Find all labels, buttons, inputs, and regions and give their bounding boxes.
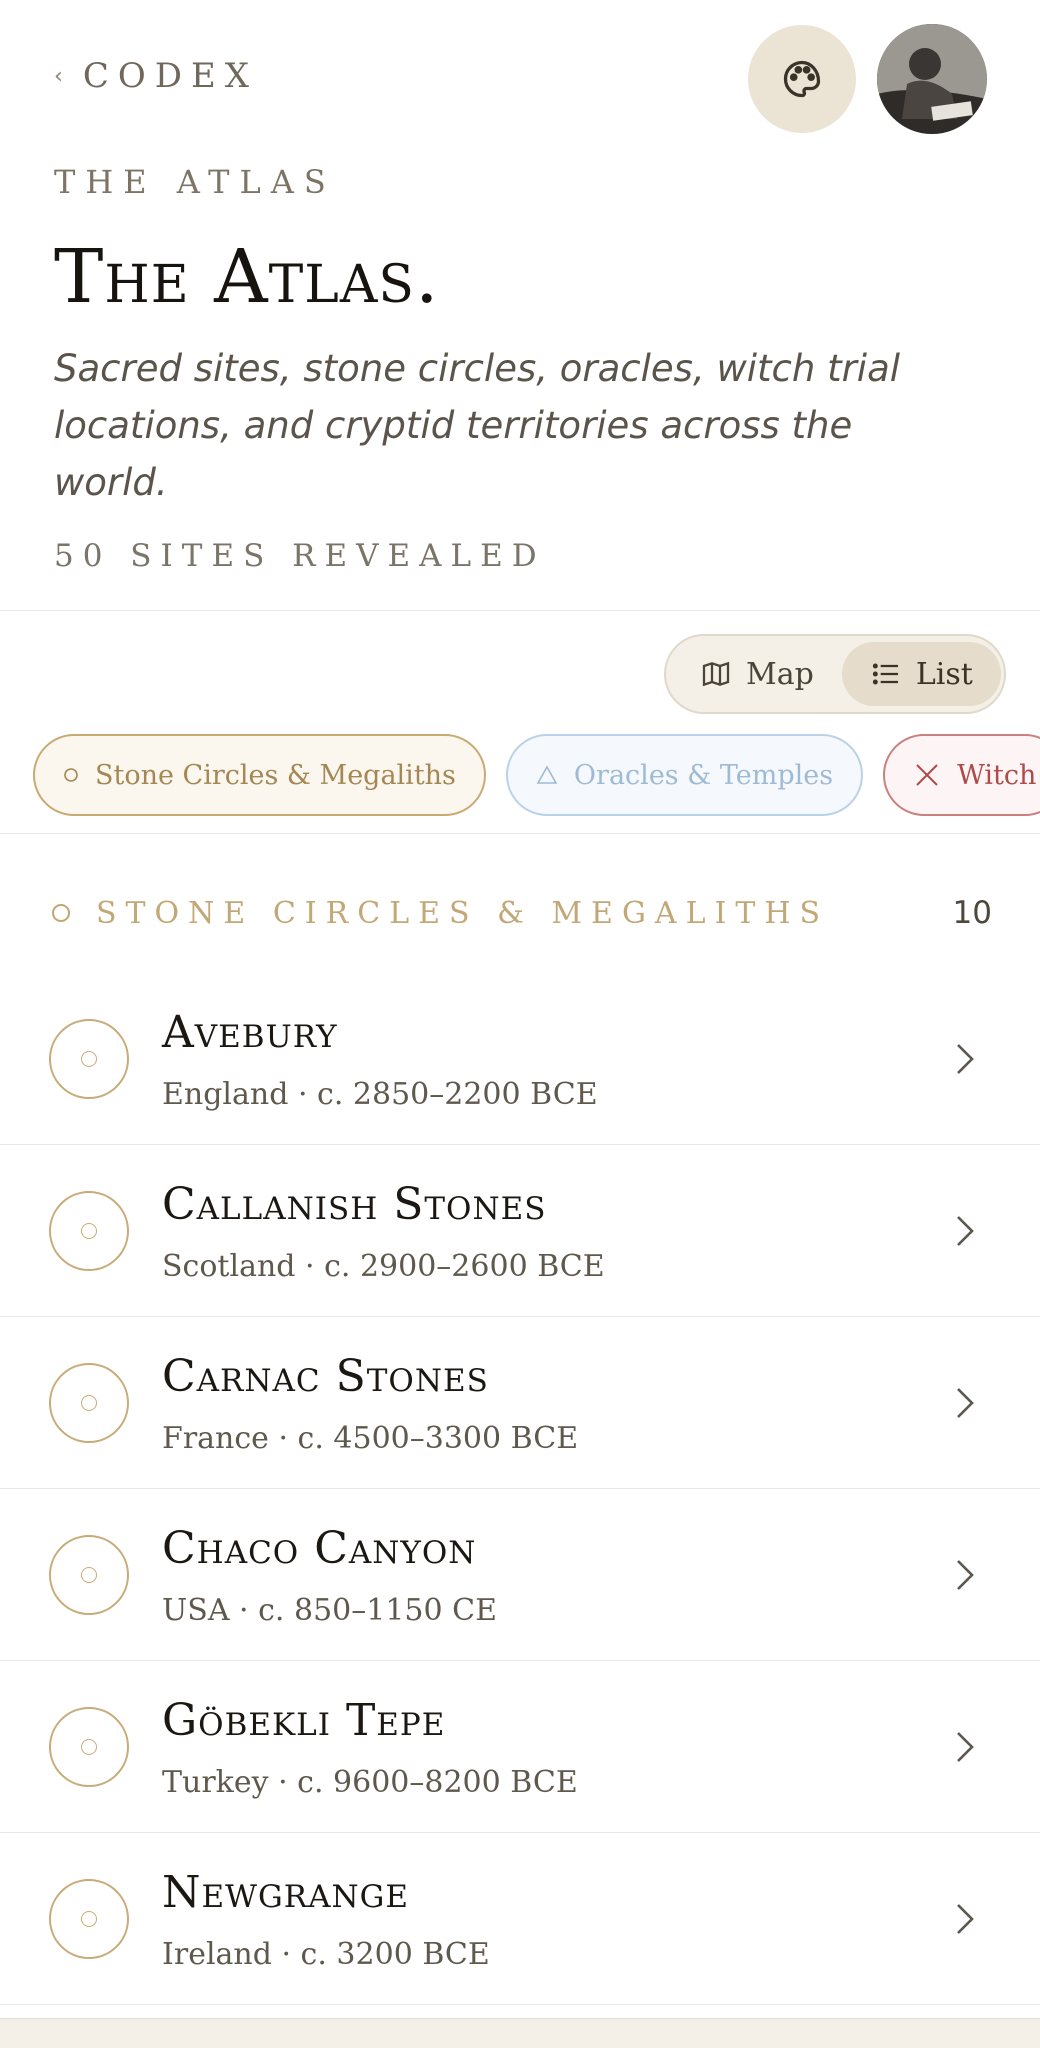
circle-icon [52,904,70,922]
filter-chip-label: Oracles & Temples [573,759,834,791]
back-label: CODEX [82,56,258,96]
list-item[interactable]: Avebury England · c. 2850–2200 BCE [0,973,1040,1145]
chevron-right-icon [957,1044,974,1074]
list-item[interactable]: Göbekli Tepe Turkey · c. 9600–8200 BCE [0,1661,1040,1833]
filter-chip-oracles[interactable]: Oracles & Temples [505,734,864,816]
stone-circle-icon [49,1879,129,1959]
view-toggle: Map List [664,634,1006,714]
filter-chip-stone-circles[interactable]: Stone Circles & Megaliths [33,734,486,816]
divider [0,610,1040,611]
list-view-button[interactable]: List [841,642,1001,706]
stone-circle-icon [49,1535,129,1615]
list-view-label: List [915,656,973,692]
chevron-right-icon [957,1216,974,1246]
map-icon [702,661,730,687]
avatar[interactable] [877,24,987,134]
site-meta: USA · c. 850–1150 CE [162,1593,497,1628]
site-meta: Scotland · c. 2900–2600 BCE [162,1249,605,1284]
site-name: Carnac Stones [162,1351,489,1402]
triangle-icon [536,765,558,784]
list-item[interactable]: Callanish Stones Scotland · c. 2900–2600… [0,1145,1040,1317]
filter-chip-label: Witch [957,759,1037,791]
section-header: STONE CIRCLES & MEGALITHS 10 [52,895,992,931]
stone-circle-icon [49,1707,129,1787]
site-meta: Ireland · c. 3200 BCE [162,1937,490,1972]
circle-icon [64,768,78,782]
category-filter-bar: Stone Circles & Megaliths Oracles & Temp… [33,734,1040,816]
stone-circle-icon [49,1191,129,1271]
site-meta: Turkey · c. 9600–8200 BCE [162,1765,578,1800]
bottom-navigation-bar [0,2018,1040,2048]
palette-icon [783,60,821,98]
site-name: Avebury [162,1007,338,1058]
chevron-right-icon [957,1388,974,1418]
theme-button[interactable] [748,25,856,133]
divider [0,833,1040,834]
list-item[interactable]: Carnac Stones France · c. 4500–3300 BCE [0,1317,1040,1489]
site-name: Callanish Stones [162,1179,547,1230]
chevron-right-icon [957,1732,974,1762]
sites-count: 50 SITES REVEALED [54,538,546,574]
page-subtitle: Sacred sites, stone circles, oracles, wi… [54,347,901,504]
list-icon [872,663,898,685]
map-view-label: Map [746,656,814,692]
site-name: Chaco Canyon [162,1523,477,1574]
section-title: STONE CIRCLES & MEGALITHS [96,895,830,931]
map-view-button[interactable]: Map [672,642,842,706]
site-meta: France · c. 4500–3300 BCE [162,1421,579,1456]
stone-circle-icon [49,1019,129,1099]
page-eyebrow: THE ATLAS [54,163,336,201]
section-count: 10 [952,895,992,931]
chevron-left-icon: ‹ [54,63,63,89]
stone-circle-icon [49,1363,129,1443]
avatar-image [877,24,987,134]
chevron-right-icon [957,1560,974,1590]
list-item[interactable]: Chaco Canyon USA · c. 850–1150 CE [0,1489,1040,1661]
site-name: Newgrange [162,1867,410,1918]
filter-chip-witch[interactable]: Witch [883,734,1040,816]
back-button[interactable]: ‹ CODEX [54,56,258,96]
filter-chip-label: Stone Circles & Megaliths [95,759,456,791]
chevron-right-icon [957,1904,974,1934]
site-list: Avebury England · c. 2850–2200 BCE Calla… [0,973,1040,2005]
page-title: The Atlas. [54,234,440,320]
site-meta: England · c. 2850–2200 BCE [162,1077,598,1112]
x-icon [916,764,938,786]
list-item[interactable]: Newgrange Ireland · c. 3200 BCE [0,1833,1040,2005]
site-name: Göbekli Tepe [162,1695,446,1746]
